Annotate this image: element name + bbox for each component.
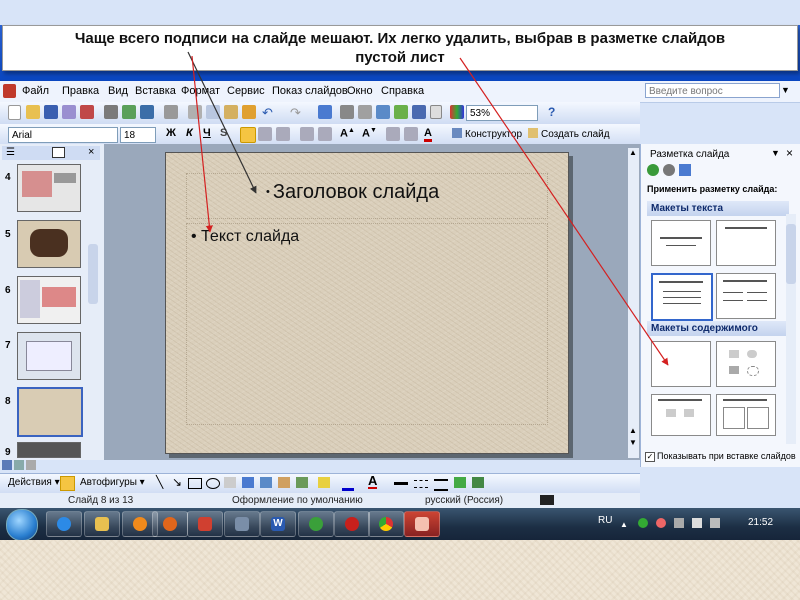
arrow-to-text <box>191 55 213 233</box>
annotation-arrows <box>187 51 669 366</box>
arrow-to-blank-layout <box>459 57 669 366</box>
